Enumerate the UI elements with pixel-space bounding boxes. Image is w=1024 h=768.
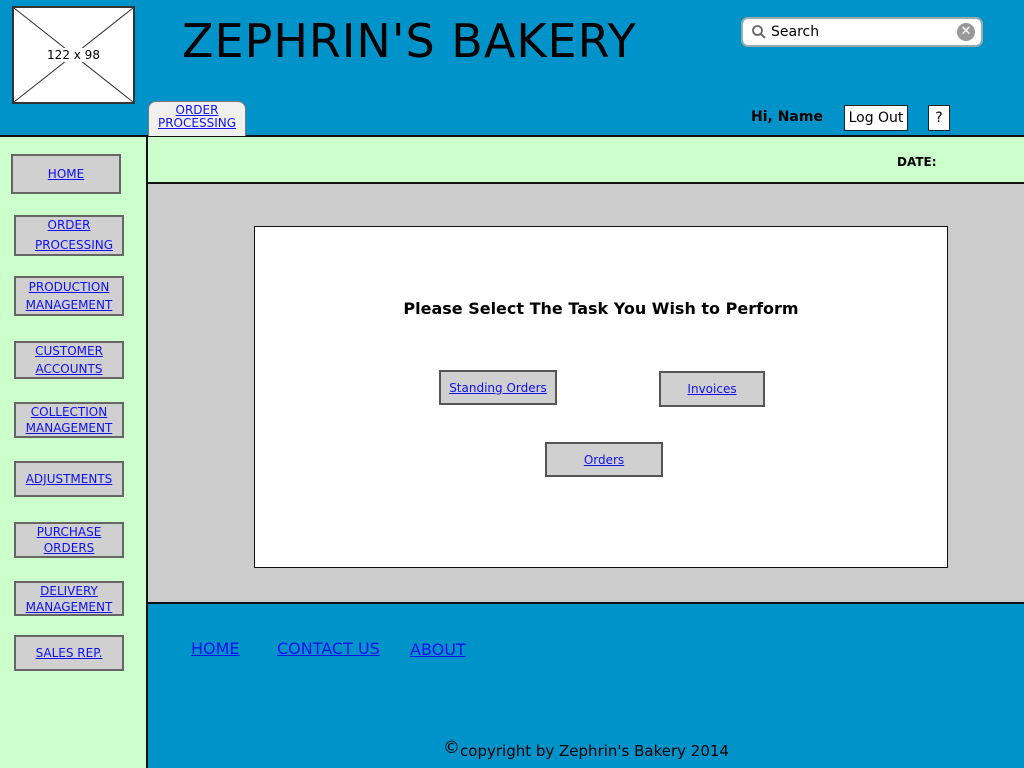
search-box[interactable]: ✕	[741, 17, 983, 47]
logout-button[interactable]: Log Out	[844, 105, 908, 131]
sidebar-item-label: PURCHASE	[36, 525, 102, 539]
header: 122 x 98 ZEPHRIN'S BAKERY ✕ ORDER PROCES…	[0, 0, 1024, 137]
main-content: Please Select The Task You Wish to Perfo…	[148, 184, 1024, 604]
footer-link-about[interactable]: ABOUT	[410, 640, 466, 659]
orders-button[interactable]: Orders	[545, 442, 663, 477]
date-label: DATE:	[897, 155, 937, 169]
sidebar-item-label: PROCESSING	[34, 237, 114, 252]
search-icon	[752, 25, 766, 39]
sidebar-item-label: SALES REP.	[35, 646, 103, 660]
sidebar-item-collection-management[interactable]: COLLECTION MANAGEMENT	[14, 402, 124, 438]
sidebar-item-label: PRODUCTION	[28, 280, 110, 294]
site-title: ZEPHRIN'S BAKERY	[182, 14, 637, 68]
sidebar-item-label: CUSTOMER	[35, 344, 103, 358]
user-greeting: Hi, Name	[751, 109, 823, 125]
sidebar-item-sales-rep[interactable]: SALES REP.	[14, 635, 124, 671]
sidebar-item-label: ADJUSTMENTS	[25, 472, 113, 486]
sidebar-item-adjustments[interactable]: ADJUSTMENTS	[14, 461, 124, 497]
sidebar-item-label: ORDERS	[43, 541, 95, 555]
sidebar-item-label: COLLECTION	[30, 405, 108, 419]
sidebar-item-delivery-management[interactable]: DELIVERY MANAGEMENT	[14, 581, 124, 616]
standing-orders-label: Standing Orders	[449, 380, 547, 395]
sidebar-item-label: HOME	[47, 167, 85, 181]
sidebar-item-label: ACCOUNTS	[35, 362, 103, 376]
sidebar: HOME ORDER PROCESSING PRODUCTION MANAGEM…	[0, 137, 148, 768]
clear-search-icon[interactable]: ✕	[957, 23, 975, 41]
sidebar-item-label: MANAGEMENT	[25, 298, 113, 312]
sidebar-item-order-processing[interactable]: ORDER PROCESSING	[14, 215, 124, 256]
copyright-label: copyright by Zephrin's Bakery 2014	[460, 742, 729, 760]
copyright-symbol: ©	[443, 738, 461, 758]
tab-order-processing[interactable]: ORDER PROCESSING	[148, 101, 246, 136]
standing-orders-button[interactable]: Standing Orders	[439, 370, 557, 405]
orders-label: Orders	[583, 452, 625, 467]
footer: HOME CONTACT US ABOUT ©copyright by Zeph…	[148, 604, 1024, 768]
help-button[interactable]: ?	[928, 105, 950, 131]
sidebar-item-label: ORDER	[47, 217, 91, 232]
sidebar-item-label: DELIVERY	[40, 583, 98, 598]
copyright-text: ©copyright by Zephrin's Bakery 2014	[148, 738, 1024, 760]
sidebar-item-production-management[interactable]: PRODUCTION MANAGEMENT	[14, 276, 124, 316]
footer-link-home[interactable]: HOME	[191, 639, 240, 658]
footer-link-contact-us[interactable]: CONTACT US	[277, 639, 380, 658]
sidebar-item-purchase-orders[interactable]: PURCHASE ORDERS	[14, 522, 124, 558]
task-prompt: Please Select The Task You Wish to Perfo…	[403, 299, 799, 318]
task-panel: Please Select The Task You Wish to Perfo…	[254, 226, 948, 568]
invoices-button[interactable]: Invoices	[659, 371, 765, 407]
sidebar-item-label: MANAGEMENT	[25, 599, 113, 614]
placeholder-dimension-label: 122 x 98	[45, 48, 102, 62]
logo-placeholder-image: 122 x 98	[12, 6, 135, 104]
sidebar-item-home[interactable]: HOME	[11, 154, 121, 194]
date-bar: DATE:	[148, 137, 1024, 184]
tab-label-line2: PROCESSING	[157, 116, 237, 130]
tab-label-line1: ORDER	[175, 103, 219, 117]
sidebar-item-customer-accounts[interactable]: CUSTOMER ACCOUNTS	[14, 341, 124, 379]
sidebar-item-label: MANAGEMENT	[25, 421, 113, 435]
search-input[interactable]	[771, 22, 951, 42]
invoices-label: Invoices	[687, 382, 737, 396]
